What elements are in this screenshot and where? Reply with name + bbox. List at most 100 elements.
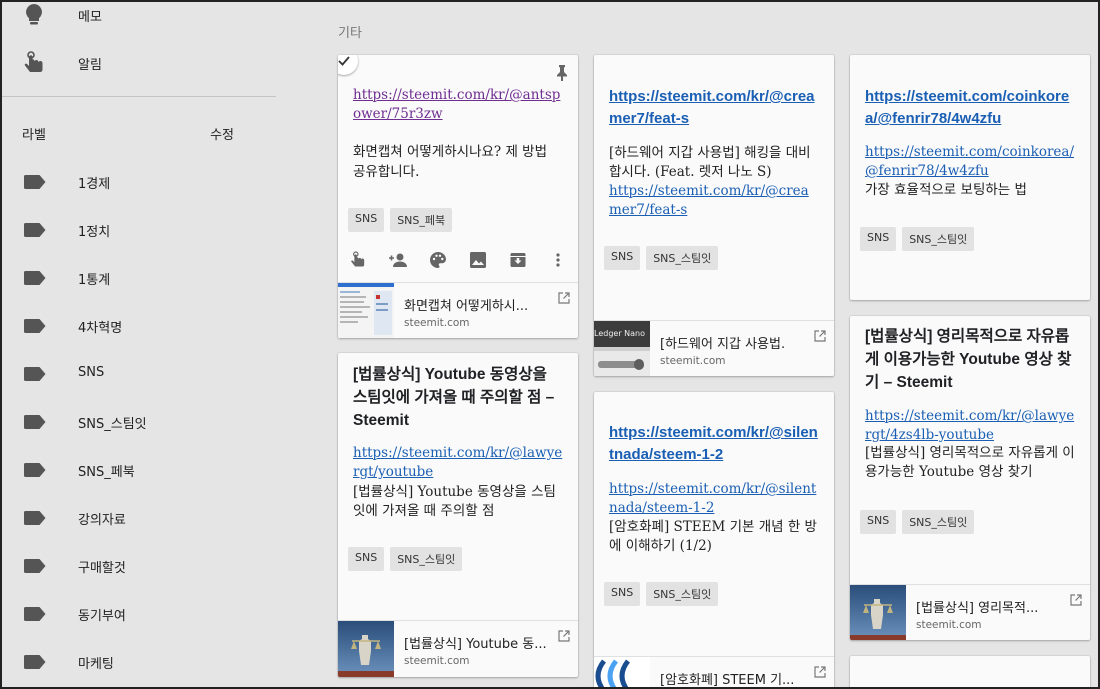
- link-preview[interactable]: [법률상식] Youtube 동... steemit.com: [338, 620, 578, 677]
- note-toolbar: [348, 245, 568, 275]
- reminder-icon[interactable]: [348, 250, 368, 270]
- label-chip[interactable]: SNS_스팀잇: [646, 246, 719, 270]
- labels-heading: 라벨: [22, 128, 46, 143]
- image-icon[interactable]: [468, 250, 488, 270]
- preview-domain: steemit.com: [404, 317, 470, 329]
- archive-icon[interactable]: [508, 250, 528, 270]
- label-chip[interactable]: SNS_스팀잇: [390, 547, 463, 571]
- sidebar-label-text: SNS_스팀잇: [78, 417, 147, 432]
- sidebar-label-item[interactable]: 4차혁명: [2, 305, 276, 345]
- label-tag-icon: [24, 222, 46, 237]
- note-link[interactable]: https://steemit.com/kr/@lawyergt/4zs4lb-…: [865, 408, 1074, 443]
- sidebar-label-text: 1경제: [78, 177, 111, 192]
- label-tag-icon: [24, 606, 46, 621]
- preview-domain: steemit.com: [404, 655, 470, 667]
- note-card[interactable]: [법률상식] Youtube 동영상을 스팀잇에 가져올 때 주의할 점 – S…: [338, 353, 578, 677]
- note-text: [하드웨어 지갑 사용법] 해킹을 대비합시다. (Feat. 렛저 나노 S): [609, 145, 811, 180]
- note-link[interactable]: https://steemit.com/kr/@silentnada/steem…: [609, 481, 816, 516]
- label-tag-icon: [24, 510, 46, 525]
- sidebar-label-item[interactable]: 강의자료: [2, 497, 276, 537]
- sidebar-label-item[interactable]: 1통계: [2, 257, 276, 297]
- sidebar-label-text: SNS_페북: [78, 465, 135, 480]
- note-title: [법률상식] 영리목적으로 자유롭게 이용가능한 Youtube 영상 찾기 –…: [865, 328, 1072, 391]
- note-card[interactable]: [법률상식] 영리목적으로 자유롭게 이용가능한 Youtube 영상 찾기 –…: [850, 316, 1090, 640]
- open-link-icon[interactable]: [814, 327, 826, 342]
- label-tag-icon: [24, 366, 46, 381]
- sidebar-label-item[interactable]: SNS_페북: [2, 449, 276, 489]
- label-chip[interactable]: SNS_스팀잇: [646, 582, 719, 606]
- note-title: [법률상식] Youtube 동영상을 스팀잇에 가져올 때 주의할 점 – S…: [353, 366, 555, 429]
- nav-item-label: 메모: [78, 9, 102, 25]
- note-card[interactable]: https://steemit.com/kr/@creamer7/feat-s …: [594, 55, 834, 376]
- section-title: 기타: [338, 26, 362, 41]
- link-preview[interactable]: [암호화폐] STEEM 기...: [594, 656, 834, 689]
- label-chip[interactable]: SNS: [860, 227, 897, 251]
- sidebar-label-item[interactable]: SNS: [2, 353, 276, 393]
- edit-labels-button[interactable]: 수정: [210, 124, 234, 143]
- nav-item-notes[interactable]: 메모: [2, 0, 276, 35]
- sidebar-label-text: SNS: [78, 365, 105, 380]
- pin-icon[interactable]: [556, 65, 568, 85]
- sidebar-label-item[interactable]: 구매할것: [2, 545, 276, 585]
- lightbulb-icon: [22, 3, 46, 27]
- note-card[interactable]: [850, 656, 1090, 689]
- collaborator-icon[interactable]: [388, 250, 408, 270]
- label-chip[interactable]: SNS_페북: [390, 208, 453, 232]
- nav-item-label: 알림: [78, 57, 102, 73]
- sidebar-label-text: 4차혁명: [78, 321, 123, 336]
- note-title-link[interactable]: https://steemit.com/kr/@creamer7/feat-s: [609, 86, 819, 130]
- link-preview[interactable]: 화면캡쳐 어떻게하시... steemit.com: [338, 282, 578, 338]
- note-text: 가장 효율적으로 보팅하는 법: [865, 182, 1027, 198]
- note-link[interactable]: https://steemit.com/kr/@creamer7/feat-s: [609, 183, 809, 218]
- label-tag-icon: [24, 414, 46, 429]
- label-chip[interactable]: SNS_스팀잇: [902, 227, 975, 251]
- preview-title: [법률상식] Youtube 동...: [404, 637, 547, 652]
- more-options-icon[interactable]: [548, 250, 568, 270]
- sidebar-label-text: 1정치: [78, 225, 111, 240]
- note-card[interactable]: https://steemit.com/coinkorea/@fenrir78/…: [850, 55, 1090, 300]
- label-tag-icon: [24, 462, 46, 477]
- nav-item-reminders[interactable]: 알림: [2, 43, 276, 83]
- sidebar-label-item[interactable]: 1경제: [2, 161, 276, 201]
- svg-text:Ledger Nano: Ledger Nano: [594, 329, 645, 338]
- sidebar-label-item[interactable]: SNS_스팀잇: [2, 401, 276, 441]
- link-preview[interactable]: [법률상식] 영리목적... steemit.com: [850, 584, 1090, 640]
- select-check-icon[interactable]: [338, 55, 358, 75]
- label-chip[interactable]: SNS_스팀잇: [902, 510, 975, 534]
- label-tag-icon: [24, 318, 46, 333]
- open-link-icon[interactable]: [1070, 591, 1082, 606]
- sidebar-label-item[interactable]: 동기부여: [2, 593, 276, 633]
- note-text: [암호화폐] STEEM 기본 개념 한 방에 이해하기 (1/2): [609, 519, 817, 554]
- note-title-link[interactable]: https://steemit.com/coinkorea/@fenrir78/…: [865, 86, 1077, 130]
- sidebar-label-text: 강의자료: [78, 513, 126, 528]
- reminder-hand-icon: [22, 51, 46, 75]
- sidebar-label-item[interactable]: 1정치: [2, 209, 276, 249]
- label-chip[interactable]: SNS: [604, 246, 641, 270]
- note-card[interactable]: https://steemit.com/kr/@antspower/75r3zw…: [338, 55, 578, 338]
- open-link-icon[interactable]: [814, 663, 826, 678]
- note-link[interactable]: https://steemit.com/kr/@lawyergt/youtube: [353, 445, 562, 480]
- label-chip[interactable]: SNS: [348, 208, 385, 232]
- label-chip[interactable]: SNS: [348, 547, 385, 571]
- sidebar-label-text: 마케팅: [78, 657, 114, 672]
- preview-domain: steemit.com: [660, 355, 726, 367]
- label-chip[interactable]: SNS: [604, 582, 641, 606]
- palette-icon[interactable]: [428, 250, 448, 270]
- sidebar-label-item[interactable]: 마케팅: [2, 641, 276, 681]
- label-chip[interactable]: SNS: [860, 510, 897, 534]
- preview-thumbnail: [338, 621, 394, 677]
- sidebar-label-text: 1통계: [78, 273, 111, 288]
- note-title-link[interactable]: https://steemit.com/kr/@silentnada/steem…: [609, 422, 821, 466]
- preview-thumbnail: [594, 657, 650, 689]
- labels-header: 라벨 수정: [22, 124, 234, 143]
- open-link-icon[interactable]: [558, 627, 570, 642]
- preview-title: [암호화폐] STEEM 기...: [660, 673, 795, 688]
- note-link[interactable]: https://steemit.com/kr/@antspower/75r3zw: [353, 87, 560, 122]
- note-card[interactable]: https://steemit.com/kr/@silentnada/steem…: [594, 392, 834, 689]
- note-link[interactable]: https://steemit.com/coinkorea/@fenrir78/…: [865, 144, 1074, 179]
- open-link-icon[interactable]: [558, 289, 570, 304]
- link-preview[interactable]: Ledger Nano [하드웨어 지갑 사용법. steemit.com: [594, 320, 834, 376]
- sidebar-divider: [2, 96, 276, 97]
- note-text: [법률상식] 영리목적으로 자유롭게 이용가능한 Youtube 영상 찾기: [865, 445, 1075, 480]
- preview-domain: steemit.com: [916, 619, 982, 631]
